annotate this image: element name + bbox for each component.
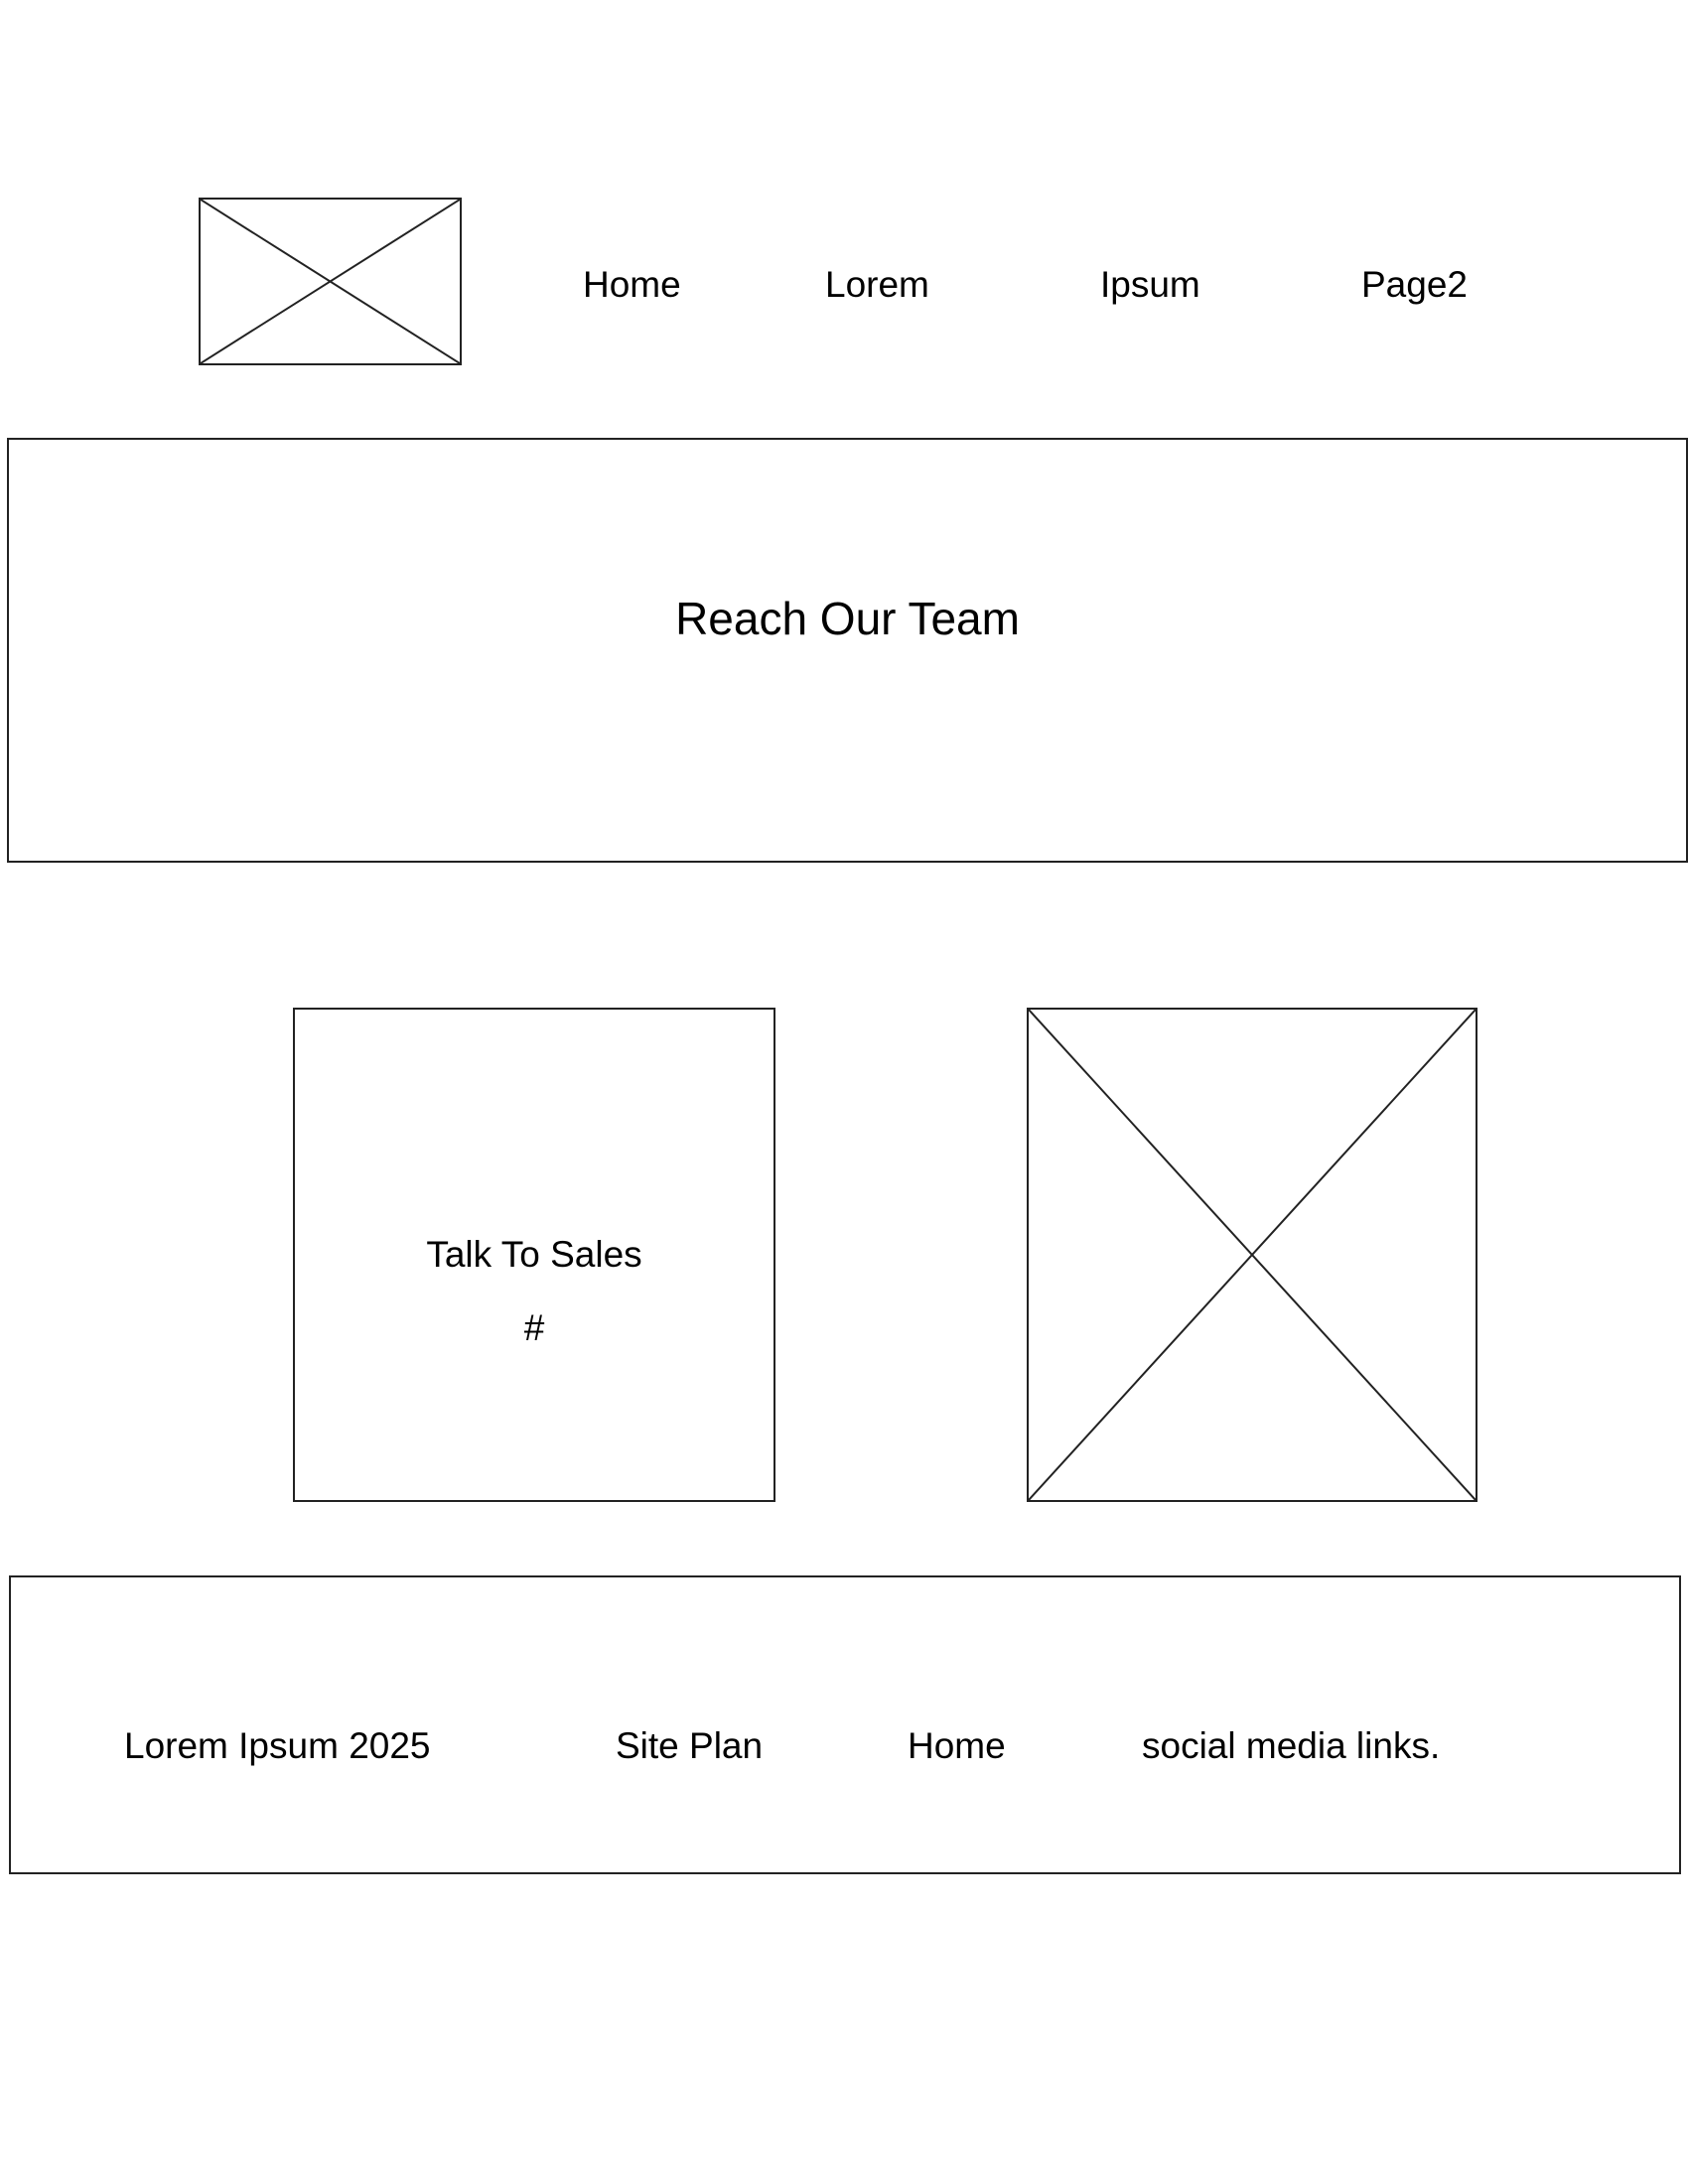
nav-ipsum[interactable]: Ipsum: [1100, 266, 1200, 303]
talk-to-sales-title: Talk To Sales: [426, 1234, 642, 1275]
image-placeholder-icon: [1029, 1010, 1476, 1500]
footer-copyright: Lorem Ipsum 2025: [124, 1725, 431, 1766]
hero-title: Reach Our Team: [675, 593, 1020, 644]
logo-placeholder-icon[interactable]: [199, 198, 462, 365]
talk-to-sales-card: Talk To Sales #: [293, 1008, 775, 1502]
nav-page2[interactable]: Page2: [1361, 266, 1468, 303]
nav-home[interactable]: Home: [583, 266, 681, 303]
image-placeholder-icon: [201, 200, 460, 363]
sales-phone-number[interactable]: #: [295, 1309, 774, 1346]
nav-lorem[interactable]: Lorem: [825, 266, 929, 303]
footer-link-site-plan[interactable]: Site Plan: [616, 1727, 763, 1764]
footer-link-home[interactable]: Home: [908, 1727, 1006, 1764]
media-image-placeholder: [1027, 1008, 1477, 1502]
footer-social-media-links[interactable]: social media links.: [1142, 1727, 1440, 1764]
hero-banner: Reach Our Team: [7, 438, 1688, 863]
